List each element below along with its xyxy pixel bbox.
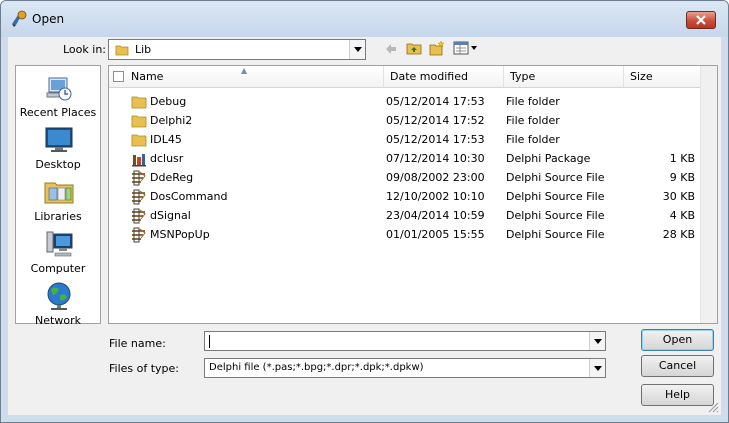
- dialog-body: Look in: Lib Recent Places Desktop Libra…: [8, 37, 721, 415]
- file-date: 12/10/2002 10:10: [386, 190, 485, 203]
- folder-icon: [131, 134, 147, 147]
- select-all-checkbox[interactable]: [113, 71, 124, 82]
- place-label: Computer: [30, 262, 86, 275]
- table-row[interactable]: MSNPopUp 01/01/2005 15:55 Delphi Source …: [109, 225, 699, 244]
- file-list-scrollbar[interactable]: [700, 66, 717, 323]
- file-size: 30 KB: [662, 190, 695, 203]
- column-label: Type: [510, 70, 536, 83]
- look-in-combo[interactable]: Lib: [108, 39, 366, 60]
- file-name: dclusr: [150, 152, 184, 165]
- file-size: 1 KB: [669, 152, 695, 165]
- up-folder-icon[interactable]: [406, 40, 422, 56]
- file-list[interactable]: ▲ Name Date modified Type Size Debug 05/…: [108, 65, 718, 324]
- file-type: Delphi Source File: [506, 190, 605, 203]
- file-name: Delphi2: [150, 114, 193, 127]
- column-header-size[interactable]: Size: [624, 66, 702, 88]
- file-name: DosCommand: [150, 190, 228, 203]
- place-label: Desktop: [35, 158, 81, 171]
- delphi-source-icon: [132, 170, 146, 186]
- place-label: Network: [35, 314, 81, 327]
- file-name: dSignal: [150, 209, 191, 222]
- file-name-label: File name:: [109, 337, 166, 350]
- file-date: 05/12/2014 17:53: [386, 95, 485, 108]
- resize-grip-icon[interactable]: [707, 401, 719, 413]
- open-button[interactable]: Open: [641, 329, 714, 351]
- file-name: IDL45: [150, 133, 182, 146]
- file-name-combo[interactable]: [204, 331, 606, 351]
- table-row[interactable]: DosCommand 12/10/2002 10:10 Delphi Sourc…: [109, 187, 699, 206]
- file-size: 4 KB: [669, 209, 695, 222]
- new-folder-icon[interactable]: [429, 40, 445, 56]
- column-label: Size: [630, 70, 653, 83]
- close-icon: [696, 15, 706, 25]
- delphi-source-icon: [132, 227, 146, 243]
- file-date: 07/12/2014 10:30: [386, 152, 485, 165]
- file-name-dropdown-arrow[interactable]: [589, 332, 605, 350]
- folder-icon: [131, 96, 147, 109]
- title-bar[interactable]: Open: [1, 1, 728, 37]
- file-type: File folder: [506, 133, 560, 146]
- delphi-source-icon: [132, 208, 146, 224]
- file-name: Debug: [150, 95, 187, 108]
- delphi-app-icon: [12, 10, 27, 27]
- close-button[interactable]: [686, 11, 716, 29]
- file-date: 01/01/2005 15:55: [386, 228, 485, 241]
- help-button[interactable]: Help: [641, 384, 714, 406]
- file-type-label: Files of type:: [109, 362, 180, 375]
- table-row[interactable]: Delphi2 05/12/2014 17:52 File folder: [109, 111, 699, 130]
- cancel-button[interactable]: Cancel: [641, 355, 714, 377]
- column-header-name[interactable]: ▲ Name: [109, 66, 384, 88]
- column-label: Name: [131, 70, 164, 83]
- table-row[interactable]: dSignal 23/04/2014 10:59 Delphi Source F…: [109, 206, 699, 225]
- file-name: MSNPopUp: [150, 228, 210, 241]
- table-row[interactable]: DdeReg 09/08/2002 23:00 Delphi Source Fi…: [109, 168, 699, 187]
- open-dialog: Open Look in: Lib Recent Places Desktop …: [0, 0, 729, 423]
- file-date: 09/08/2002 23:00: [386, 171, 485, 184]
- libraries-icon: [44, 182, 74, 204]
- recent-places-icon: [46, 77, 72, 101]
- file-size: 9 KB: [669, 171, 695, 184]
- column-header-date[interactable]: Date modified: [384, 66, 504, 88]
- window-title: Open: [32, 12, 65, 26]
- table-row[interactable]: IDL45 05/12/2014 17:53 File folder: [109, 130, 699, 149]
- file-type-dropdown-arrow[interactable]: [589, 359, 605, 377]
- desktop-icon: [45, 127, 73, 152]
- computer-icon: [46, 231, 73, 257]
- file-type-value: Delphi file (*.pas;*.bpg;*.dpr;*.dpk;*.d…: [209, 362, 424, 373]
- file-type: Delphi Source File: [506, 209, 605, 222]
- look-in-label: Look in:: [63, 43, 106, 56]
- file-type: Delphi Package: [506, 152, 591, 165]
- look-in-value: Lib: [135, 43, 152, 56]
- file-date: 05/12/2014 17:52: [386, 114, 485, 127]
- file-size: 28 KB: [662, 228, 695, 241]
- file-date: 05/12/2014 17:53: [386, 133, 485, 146]
- file-type: Delphi Source File: [506, 171, 605, 184]
- file-type: File folder: [506, 114, 560, 127]
- delphi-source-icon: [132, 189, 146, 205]
- table-row[interactable]: dclusr 07/12/2014 10:30 Delphi Package 1…: [109, 149, 699, 168]
- folder-icon: [131, 115, 147, 128]
- file-name: DdeReg: [150, 171, 194, 184]
- view-menu-icon[interactable]: [453, 41, 479, 55]
- text-caret: [209, 335, 210, 348]
- delphi-package-icon: [132, 154, 146, 167]
- network-icon: [47, 282, 71, 310]
- places-bar: Recent Places Desktop Libraries Computer…: [15, 65, 101, 327]
- file-type: File folder: [506, 95, 560, 108]
- table-row[interactable]: Debug 05/12/2014 17:53 File folder: [109, 92, 699, 111]
- place-label: Libraries: [34, 210, 82, 223]
- column-header-type[interactable]: Type: [504, 66, 624, 88]
- file-type-combo[interactable]: Delphi file (*.pas;*.bpg;*.dpr;*.dpk;*.d…: [204, 358, 606, 378]
- back-arrow-icon[interactable]: [384, 42, 398, 56]
- sort-ascending-icon: ▲: [241, 66, 248, 75]
- column-label: Date modified: [390, 70, 468, 83]
- file-date: 23/04/2014 10:59: [386, 209, 485, 222]
- place-label: Recent Places: [19, 106, 97, 119]
- file-type: Delphi Source File: [506, 228, 605, 241]
- folder-icon: [115, 45, 129, 56]
- look-in-dropdown-arrow[interactable]: [349, 40, 365, 59]
